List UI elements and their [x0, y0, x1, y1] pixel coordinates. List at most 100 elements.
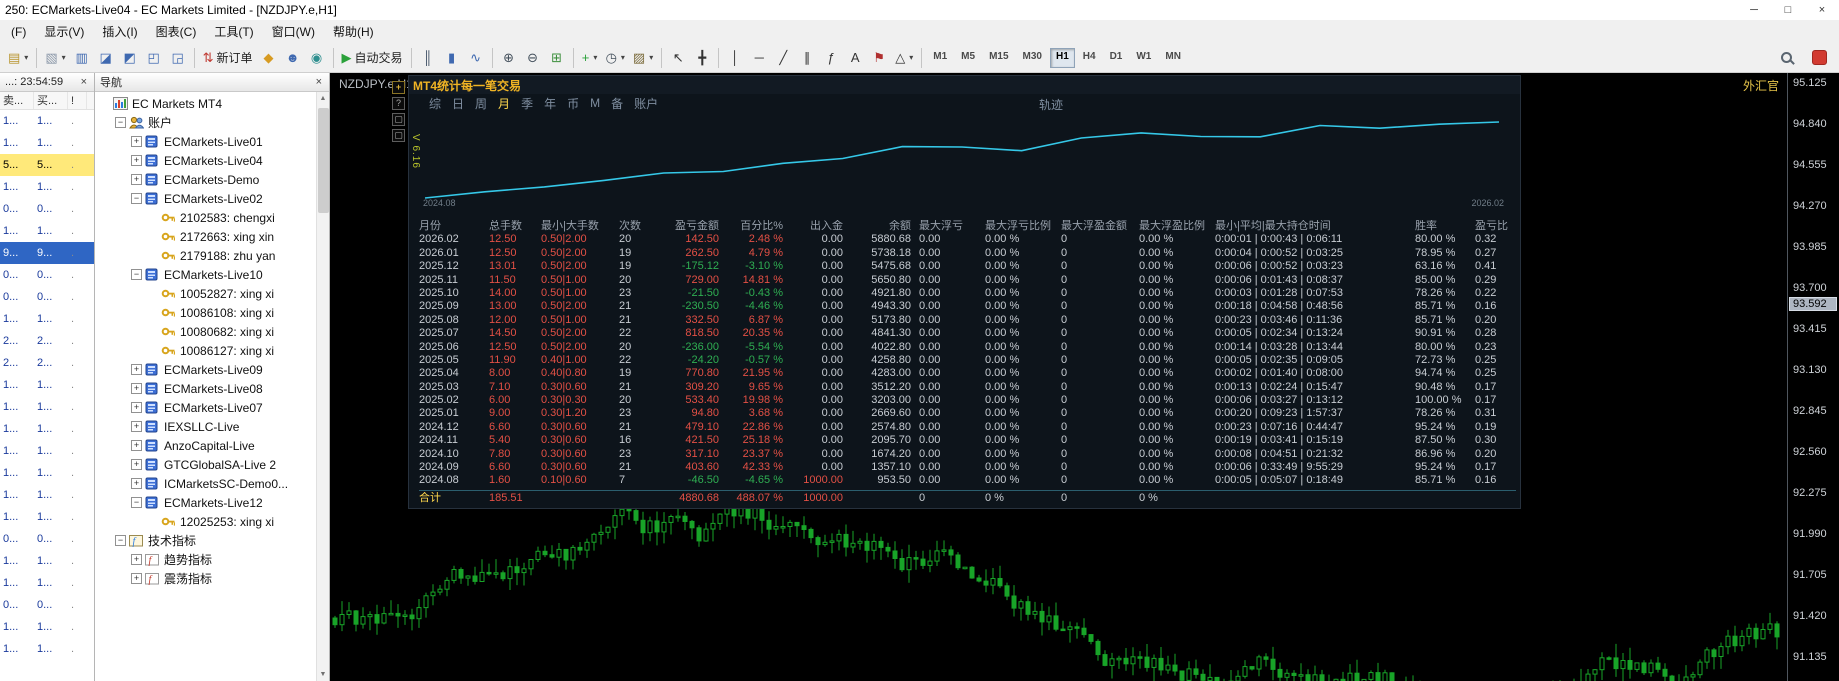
scroll-up-icon[interactable]: ▲: [317, 92, 329, 105]
tree-item[interactable]: + ECMarkets-Live07: [95, 398, 329, 417]
market-watch-button[interactable]: ▥: [70, 46, 94, 70]
chart-area[interactable]: NZDJPY.e,H1 外汇官 + ? ▢ ▢ 95.125 94.840 94.5…: [330, 73, 1839, 681]
tree-item[interactable]: + ECMarkets-Live09: [95, 360, 329, 379]
tree-item[interactable]: 2172663: xing xin: [95, 227, 329, 246]
cursor-button[interactable]: ↖: [666, 46, 690, 70]
data-window-button[interactable]: ◪: [94, 46, 118, 70]
market-watch-column-header[interactable]: !: [68, 92, 87, 109]
collapse-icon[interactable]: −: [131, 269, 142, 280]
market-watch-row[interactable]: 1... 1....: [0, 638, 94, 660]
stats-tab-2[interactable]: 日: [452, 95, 464, 112]
market-watch-row[interactable]: 1... 1....: [0, 462, 94, 484]
market-watch-row[interactable]: 2... 2....: [0, 330, 94, 352]
expand-icon[interactable]: +: [131, 459, 142, 470]
expand-icon[interactable]: +: [131, 364, 142, 375]
collapse-icon[interactable]: −: [115, 117, 126, 128]
market-watch-row[interactable]: 5... 5....: [0, 154, 94, 176]
fibonacci-button[interactable]: ƒ: [819, 46, 843, 70]
tree-item[interactable]: 2102583: chengxi: [95, 208, 329, 227]
market-watch-row[interactable]: 1... 1....: [0, 308, 94, 330]
navigator-button[interactable]: ◩: [118, 46, 142, 70]
expand-icon[interactable]: +: [131, 136, 142, 147]
tree-item[interactable]: + ICMarketsSC-Demo0...: [95, 474, 329, 493]
price-axis[interactable]: 95.125 94.840 94.555 94.270 93.985 93.700 93.4…: [1787, 73, 1839, 681]
tree-item[interactable]: 10080682: xing xi: [95, 322, 329, 341]
tree-item[interactable]: 2179188: zhu yan: [95, 246, 329, 265]
expand-icon[interactable]: +: [131, 478, 142, 489]
expand-icon[interactable]: +: [131, 174, 142, 185]
market-watch-row[interactable]: 1... 1....: [0, 374, 94, 396]
timeframe-button-m1[interactable]: M1: [927, 48, 953, 68]
expand-icon[interactable]: +: [131, 155, 142, 166]
metaeditor-button[interactable]: ◆: [257, 46, 281, 70]
collapse-icon[interactable]: −: [115, 535, 126, 546]
stats-tab-7[interactable]: 币: [567, 95, 579, 112]
stats-tab-10[interactable]: 账户: [634, 95, 658, 112]
tree-item[interactable]: − ECMarkets-Live02: [95, 189, 329, 208]
stats-tab-5[interactable]: 季: [521, 95, 533, 112]
arrows-button[interactable]: ⚑: [867, 46, 891, 70]
autotrading-button[interactable]: ▶ 自动交易: [338, 46, 407, 70]
panel-help-icon[interactable]: ?: [392, 97, 405, 110]
tile-windows-button[interactable]: ⊞: [545, 46, 569, 70]
strategy-tester-button[interactable]: ◲: [166, 46, 190, 70]
market-watch-row[interactable]: 0... 0....: [0, 286, 94, 308]
alert-icon[interactable]: [1812, 50, 1827, 65]
periods-button[interactable]: ◷ ▾: [602, 46, 629, 70]
trendline-button[interactable]: ╱: [771, 46, 795, 70]
tree-item[interactable]: 10052827: xing xi: [95, 284, 329, 303]
market-watch-row[interactable]: 1... 1....: [0, 396, 94, 418]
tree-item[interactable]: EC Markets MT4: [95, 94, 329, 113]
text-label-button[interactable]: A: [843, 46, 867, 70]
candlestick-chart-button[interactable]: ▮: [440, 46, 464, 70]
collapse-icon[interactable]: −: [131, 193, 142, 204]
tree-item[interactable]: − f 技术指标: [95, 531, 329, 550]
panel-window2-icon[interactable]: ▢: [392, 129, 405, 142]
navigator-scrollbar[interactable]: ▲ ▼: [316, 92, 329, 681]
tree-item[interactable]: + f 震荡指标: [95, 569, 329, 588]
zoom-out-button[interactable]: ⊖: [521, 46, 545, 70]
bar-chart-button[interactable]: ║: [416, 46, 440, 70]
timeframe-button-m30[interactable]: M30: [1017, 48, 1048, 68]
market-watch-column-header[interactable]: 卖...: [0, 92, 34, 109]
timeframe-button-m5[interactable]: M5: [955, 48, 981, 68]
stats-tab-3[interactable]: 周: [475, 95, 487, 112]
expand-icon[interactable]: +: [131, 440, 142, 451]
shapes-button[interactable]: △ ▾: [891, 46, 917, 70]
stats-tab-4[interactable]: 月: [498, 95, 510, 112]
market-watch-row[interactable]: 1... 1....: [0, 132, 94, 154]
equidistant-channel-button[interactable]: ∥: [795, 46, 819, 70]
expand-icon[interactable]: +: [131, 383, 142, 394]
market-watch-close-icon[interactable]: ×: [79, 76, 89, 88]
market-watch-row[interactable]: 1... 1....: [0, 550, 94, 572]
profiles-button[interactable]: ▧ ▾: [41, 46, 69, 70]
line-chart-button[interactable]: ∿: [464, 46, 488, 70]
tree-item[interactable]: 10086127: xing xi: [95, 341, 329, 360]
panel-move-icon[interactable]: +: [392, 81, 405, 94]
search-button[interactable]: [1774, 46, 1798, 70]
market-watch-row[interactable]: 1... 1....: [0, 572, 94, 594]
stats-tab-8[interactable]: M: [590, 96, 600, 110]
horizontal-line-button[interactable]: ─: [747, 46, 771, 70]
tree-item[interactable]: 12025253: xing xi: [95, 512, 329, 531]
market-watch-row[interactable]: 0... 0....: [0, 594, 94, 616]
terminal-button[interactable]: ◰: [142, 46, 166, 70]
tree-item[interactable]: − ECMarkets-Live10: [95, 265, 329, 284]
stats-tab-1[interactable]: 综: [429, 95, 441, 112]
expand-icon[interactable]: +: [131, 402, 142, 413]
maximize-button[interactable]: □: [1771, 0, 1805, 20]
new-order-button[interactable]: ⇅ 新订单: [199, 46, 257, 70]
close-button[interactable]: ×: [1805, 0, 1839, 20]
market-watch-row[interactable]: 1... 1....: [0, 176, 94, 198]
community-button[interactable]: ☻: [281, 46, 305, 70]
menu-item-4[interactable]: 图表(C): [147, 20, 206, 43]
new-chart-button[interactable]: ▤ ▾: [4, 46, 32, 70]
navigator-close-icon[interactable]: ×: [314, 76, 324, 88]
menu-item-7[interactable]: 帮助(H): [324, 20, 383, 43]
stats-tab-9[interactable]: 备: [611, 95, 623, 112]
timeframe-button-m15[interactable]: M15: [983, 48, 1014, 68]
tree-item[interactable]: + IEXSLLC-Live: [95, 417, 329, 436]
tree-item[interactable]: + AnzoCapital-Live: [95, 436, 329, 455]
menu-item-6[interactable]: 窗口(W): [263, 20, 324, 43]
market-watch-row[interactable]: 1... 1....: [0, 506, 94, 528]
